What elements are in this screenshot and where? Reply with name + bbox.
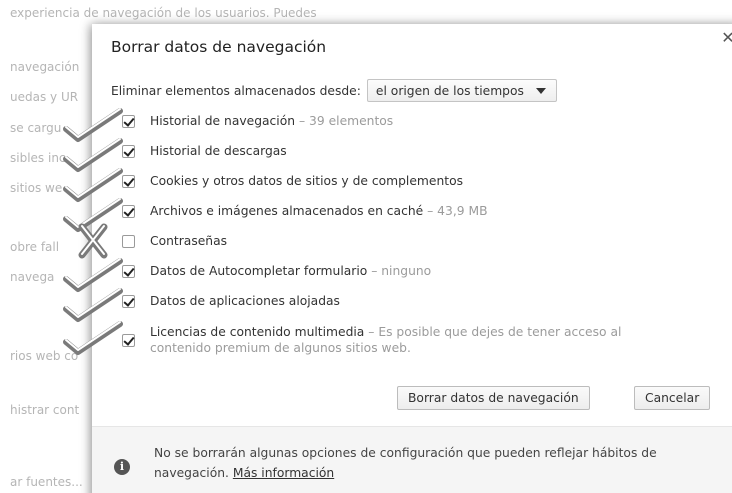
bg-text: rios web co [10, 349, 79, 363]
passwords-checkbox[interactable] [122, 235, 135, 248]
dialog-footer: i No se borrarán algunas opciones de con… [92, 426, 732, 493]
option-detail: – 43,9 MB [427, 204, 488, 218]
option-cache[interactable]: Archivos e imágenes almacenados en caché… [122, 203, 488, 219]
cache-checkbox[interactable] [122, 205, 135, 218]
bg-text: ar fuentes... [10, 475, 83, 489]
option-download-history[interactable]: Historial de descargas [122, 143, 287, 159]
bg-text: sitios we [10, 181, 63, 195]
option-hosted-apps[interactable]: Datos de aplicaciones alojadas [122, 293, 340, 309]
footer-notice: No se borrarán algunas opciones de confi… [154, 443, 732, 483]
browsing-history-checkbox[interactable] [122, 115, 135, 128]
time-range-select[interactable]: el origen de los tiempos [366, 79, 557, 102]
option-label: Datos de aplicaciones alojadas [150, 294, 340, 308]
option-passwords[interactable]: Contraseñas [122, 233, 227, 249]
chevron-down-icon [535, 87, 546, 94]
option-label: Archivos e imágenes almacenados en caché [150, 204, 424, 218]
option-label: Contraseñas [150, 234, 228, 248]
option-browsing-history[interactable]: Historial de navegación – 39 elementos [122, 113, 393, 129]
option-detail: – 39 elementos [298, 114, 394, 128]
bg-text: experiencia de navegación de los usuario… [10, 6, 317, 20]
bg-text: histrar cont [10, 403, 80, 417]
cookies-checkbox[interactable] [122, 175, 135, 188]
autofill-checkbox[interactable] [122, 265, 135, 278]
option-label: Datos de Autocompletar formulario [150, 264, 368, 278]
option-label: Historial de navegación [150, 114, 296, 128]
option-media-licenses[interactable]: Licencias de contenido multimedia – Es p… [122, 324, 682, 356]
bg-text: uedas y UR [10, 90, 79, 104]
option-detail: – ninguno [371, 264, 432, 278]
bg-text: obre fall [10, 240, 60, 254]
bg-text: sibles inc [10, 151, 66, 165]
option-autofill[interactable]: Datos de Autocompletar formulario – ning… [122, 263, 431, 279]
bg-text: navega [10, 270, 55, 284]
clear-browsing-data-button[interactable]: Borrar datos de navegación [397, 386, 590, 410]
media-licenses-checkbox[interactable] [122, 334, 135, 347]
time-range-label: Eliminar elementos almacenados desde: [111, 83, 361, 98]
close-icon[interactable]: ✕ [718, 28, 732, 48]
option-label: Licencias de contenido multimedia [150, 325, 365, 339]
hosted-apps-checkbox[interactable] [122, 295, 135, 308]
footer-text: No se borrarán algunas opciones de confi… [154, 446, 657, 480]
time-range-value: el origen de los tiempos [375, 83, 524, 98]
bg-text: se cargu [10, 121, 62, 135]
option-cookies[interactable]: Cookies y otros datos de sitios y de com… [122, 173, 463, 189]
download-history-checkbox[interactable] [122, 145, 135, 158]
time-range-row: Eliminar elementos almacenados desde: el… [111, 79, 557, 102]
dialog-title: Borrar datos de navegación [111, 38, 327, 56]
bg-text: navegación [10, 60, 80, 74]
option-label: Cookies y otros datos de sitios y de com… [150, 174, 463, 188]
info-icon: i [114, 459, 130, 475]
option-label: Historial de descargas [150, 144, 287, 158]
clear-browsing-data-dialog: ✕ Borrar datos de navegación Eliminar el… [92, 24, 732, 493]
cancel-button[interactable]: Cancelar [634, 386, 711, 410]
more-info-link[interactable]: Más información [233, 466, 334, 480]
